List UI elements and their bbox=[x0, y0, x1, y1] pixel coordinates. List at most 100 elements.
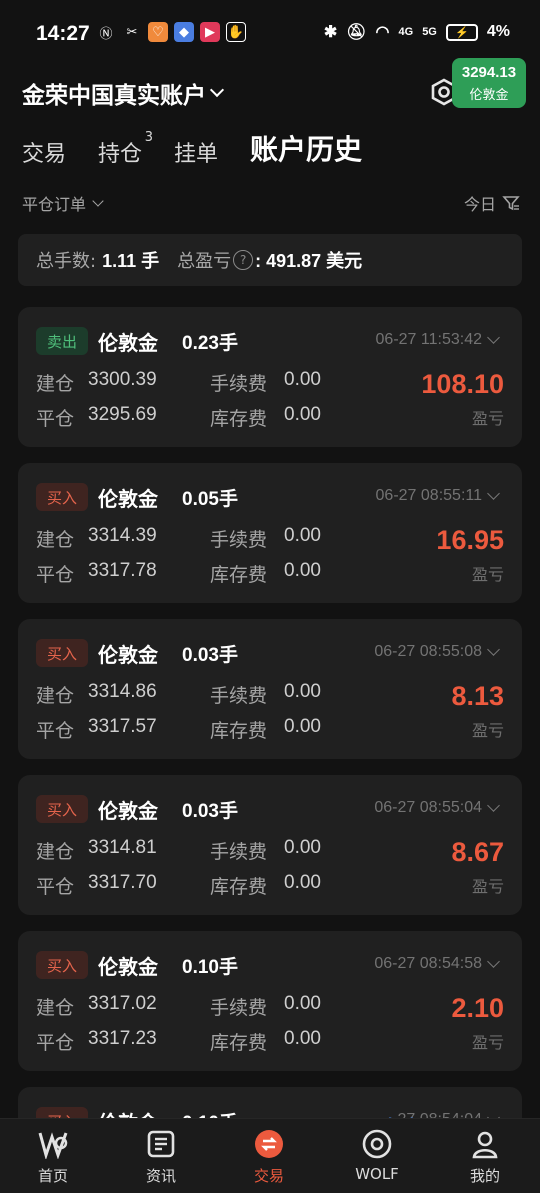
date-filter[interactable]: 今日 bbox=[464, 191, 520, 215]
tab-positions-label: 持仓 bbox=[98, 142, 143, 167]
nav-trade[interactable]: 交易 bbox=[224, 1127, 314, 1186]
chevron-down-icon bbox=[92, 194, 104, 207]
fee-label: 手续费 bbox=[210, 685, 268, 707]
order-card[interactable]: 买入 伦敦金 0.03手 06-27 08:55:04 建仓 3314.81 手… bbox=[18, 775, 522, 915]
account-name: 金荣中国真实账户 bbox=[22, 83, 206, 109]
side-badge: 买入 bbox=[36, 483, 88, 511]
open-label: 建仓 bbox=[36, 997, 75, 1019]
fee-label: 手续费 bbox=[210, 373, 268, 395]
open-price: 3300.39 bbox=[88, 369, 157, 390]
side-badge: 买入 bbox=[36, 639, 88, 667]
open-price: 3314.81 bbox=[88, 837, 157, 858]
fee-value: 0.00 bbox=[284, 681, 321, 702]
pnl-label: 盈亏 bbox=[471, 877, 504, 896]
swap-label: 库存费 bbox=[210, 1032, 268, 1054]
total-pnl-value: : 491.87 美元 bbox=[255, 251, 363, 271]
close-row: 平仓 3317.23 库存费 0.00 bbox=[36, 1028, 321, 1055]
close-row: 平仓 3317.70 库存费 0.00 bbox=[36, 872, 321, 899]
open-price: 3314.39 bbox=[88, 525, 157, 546]
wolf-icon bbox=[360, 1127, 394, 1161]
order-lots: 0.05手 bbox=[182, 489, 238, 510]
pnl-label: 盈亏 bbox=[471, 409, 504, 428]
side-badge: 买入 bbox=[36, 951, 88, 979]
swap-value: 0.00 bbox=[284, 1028, 321, 1049]
nav-wolf[interactable]: WOLF bbox=[332, 1127, 422, 1183]
battery-icon: ⚡ bbox=[445, 23, 478, 41]
help-icon[interactable]: ? bbox=[233, 250, 254, 270]
nav-profile[interactable]: 我的 bbox=[440, 1127, 530, 1186]
open-row: 建仓 3314.86 手续费 0.00 bbox=[36, 681, 321, 708]
order-card[interactable]: 卖出 伦敦金 0.23手 06-27 11:53:42 建仓 3300.39 手… bbox=[18, 307, 522, 447]
order-time: 06-27 08:54:58 bbox=[374, 955, 482, 972]
tab-history[interactable]: 账户历史 bbox=[250, 128, 362, 168]
app-notification-icon: ♡ bbox=[148, 22, 168, 42]
tab-positions[interactable]: 持仓 3 bbox=[98, 130, 153, 168]
close-price: 3295.69 bbox=[88, 404, 157, 425]
order-pnl: 8.67 bbox=[451, 837, 504, 867]
close-label: 平仓 bbox=[36, 408, 75, 430]
swap-label: 库存费 bbox=[210, 564, 268, 586]
swap-label: 库存费 bbox=[210, 876, 268, 898]
date-filter-label: 今日 bbox=[463, 195, 496, 214]
close-label: 平仓 bbox=[36, 720, 75, 742]
order-time: 06-27 08:55:11 bbox=[375, 487, 482, 504]
order-lots: 0.03手 bbox=[182, 645, 238, 666]
nav-news[interactable]: 资讯 bbox=[116, 1127, 206, 1186]
video-app-icon: ▶ bbox=[200, 22, 220, 42]
side-badge: 卖出 bbox=[36, 327, 88, 355]
price-value: 3294.13 bbox=[461, 64, 517, 81]
tab-pending[interactable]: 挂单 bbox=[174, 136, 218, 168]
order-time: 06-27 11:53:42 bbox=[375, 331, 482, 348]
hand-app-icon: ✋ bbox=[226, 22, 246, 42]
fee-label: 手续费 bbox=[210, 997, 268, 1019]
order-card[interactable]: 买入 伦敦金 0.10手 06-27 08:54:58 建仓 3317.02 手… bbox=[18, 931, 522, 1071]
order-pnl: 8.13 bbox=[451, 681, 504, 711]
swap-value: 0.00 bbox=[284, 404, 321, 425]
notification-icons: Ⓝ ✂ ♡ ◆ ▶ ✋ bbox=[96, 22, 246, 42]
status-time: 14:27 bbox=[36, 22, 90, 45]
order-lots: 0.10手 bbox=[182, 957, 238, 978]
chevron-down-icon bbox=[209, 82, 225, 98]
close-label: 平仓 bbox=[36, 876, 75, 898]
chevron-down-icon[interactable] bbox=[487, 799, 500, 812]
bluetooth-icon: ✱ bbox=[323, 24, 338, 41]
open-row: 建仓 3314.39 手续费 0.00 bbox=[36, 525, 321, 552]
close-row: 平仓 3317.57 库存费 0.00 bbox=[36, 716, 321, 743]
pnl-label: 盈亏 bbox=[471, 565, 504, 584]
order-type-filter[interactable]: 平仓订单 bbox=[22, 191, 104, 215]
tab-trade[interactable]: 交易 bbox=[22, 136, 66, 168]
swap-value: 0.00 bbox=[284, 560, 321, 581]
pnl-label: 盈亏 bbox=[471, 1033, 504, 1052]
swap-value: 0.00 bbox=[284, 716, 321, 737]
filter-icon bbox=[502, 196, 520, 211]
nav-trade-label: 交易 bbox=[253, 1167, 284, 1185]
order-card[interactable]: 买入 伦敦金 0.05手 06-27 08:55:11 建仓 3314.39 手… bbox=[18, 463, 522, 603]
close-price: 3317.23 bbox=[88, 1028, 157, 1049]
pnl-label: 盈亏 bbox=[471, 721, 504, 740]
nav-wolf-label: WOLF bbox=[355, 1165, 399, 1183]
chevron-down-icon[interactable] bbox=[487, 487, 500, 500]
close-row: 平仓 3295.69 库存费 0.00 bbox=[36, 404, 321, 431]
order-pnl: 2.10 bbox=[451, 993, 504, 1023]
news-icon bbox=[144, 1127, 178, 1161]
trade-icon bbox=[252, 1127, 286, 1161]
chevron-down-icon[interactable] bbox=[487, 331, 500, 344]
nfc-icon: Ⓝ bbox=[99, 26, 113, 42]
order-card[interactable]: 买入 伦敦金 0.03手 06-27 08:55:08 建仓 3314.86 手… bbox=[18, 619, 522, 759]
open-label: 建仓 bbox=[36, 685, 75, 707]
chevron-down-icon[interactable] bbox=[487, 643, 500, 656]
order-time: 06-27 08:55:04 bbox=[374, 799, 482, 816]
nav-home[interactable]: 首页 bbox=[8, 1127, 98, 1186]
open-label: 建仓 bbox=[36, 373, 75, 395]
order-pnl: 108.10 bbox=[421, 369, 504, 399]
order-symbol: 伦敦金 bbox=[98, 799, 158, 823]
order-time: 06-27 08:55:08 bbox=[374, 643, 482, 660]
account-selector[interactable]: 金荣中国真实账户 bbox=[22, 76, 225, 110]
chevron-down-icon[interactable] bbox=[487, 955, 500, 968]
missed-call-icon: ✂ bbox=[126, 24, 138, 40]
home-logo-icon bbox=[36, 1127, 70, 1161]
bottom-nav: 首页 资讯 交易 WOLF 我的 bbox=[0, 1118, 540, 1193]
swap-label: 库存费 bbox=[210, 720, 268, 742]
price-badge[interactable]: 3294.13 伦敦金 bbox=[452, 58, 526, 108]
side-badge: 买入 bbox=[36, 795, 88, 823]
